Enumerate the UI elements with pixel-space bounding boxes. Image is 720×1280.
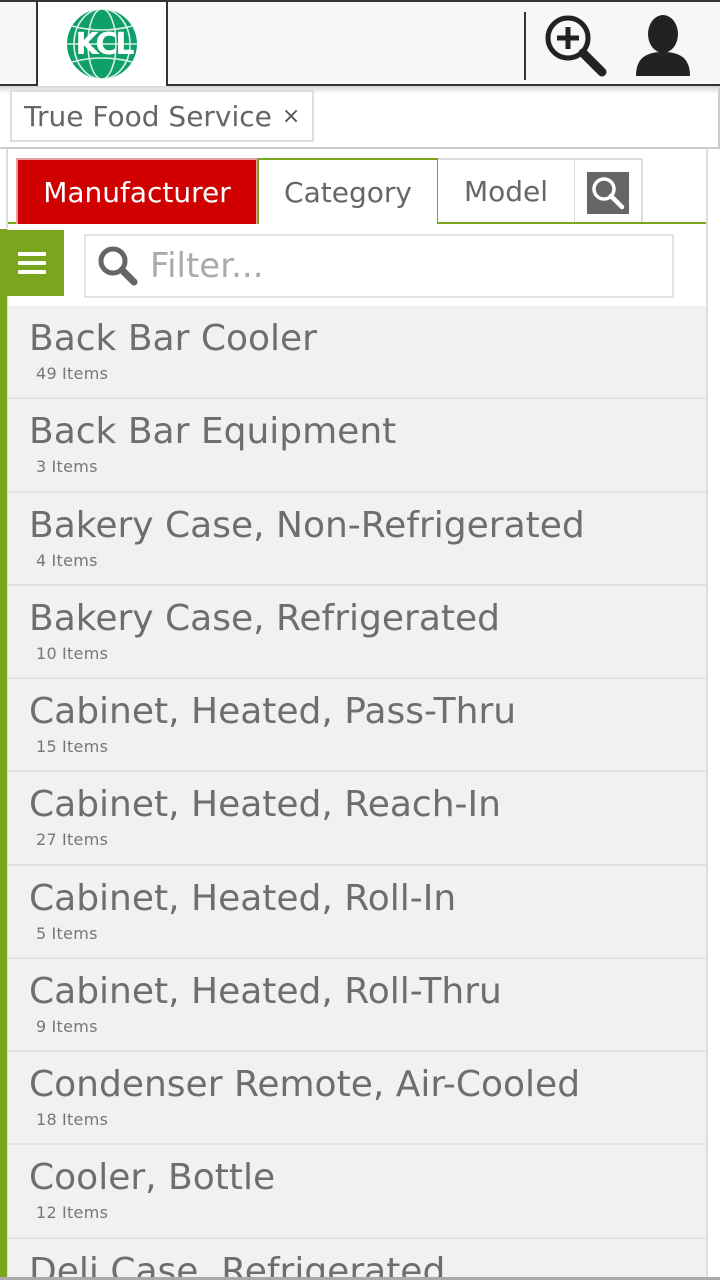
hamburger-icon-bar — [18, 261, 46, 265]
side-rail — [0, 229, 7, 1280]
tabs-underline — [438, 222, 706, 224]
list-item-count: 4 Items — [36, 550, 98, 570]
list-item-title: Deli Case, Refrigerated — [29, 1250, 446, 1280]
list-item-title: Back Bar Cooler — [29, 318, 317, 359]
list-item[interactable]: Bakery Case, Non-Refrigerated 4 Items — [8, 492, 706, 586]
search-icon — [98, 246, 138, 286]
filter-input[interactable] — [150, 242, 660, 290]
hamburger-icon — [18, 252, 46, 256]
list-item-title: Cabinet, Heated, Pass-Thru — [29, 691, 517, 732]
list-item-title: Cabinet, Heated, Reach-In — [29, 784, 501, 826]
filter-field[interactable] — [84, 234, 674, 298]
list-item-count: 3 Items — [36, 457, 98, 477]
menu-button[interactable] — [0, 230, 64, 296]
list-item[interactable]: Cabinet, Heated, Pass-Thru 15 Items — [8, 679, 706, 773]
list-item-count: 10 Items — [36, 643, 109, 663]
active-filter-chip[interactable]: True Food Service × — [10, 90, 315, 142]
remove-filter-icon[interactable]: × — [282, 104, 300, 129]
list-item-count: 49 Items — [36, 364, 109, 383]
zoom-in-button[interactable] — [540, 10, 610, 80]
tab-manufacturer[interactable]: Manufacturer — [16, 158, 258, 224]
active-filter-label: True Food Service — [24, 99, 272, 133]
list-item[interactable]: Back Bar Cooler 49 Items — [8, 306, 706, 400]
tab-category[interactable]: Category — [257, 158, 439, 224]
list-item[interactable]: Bakery Case, Refrigerated 10 Items — [8, 585, 706, 679]
list-item[interactable]: Cabinet, Heated, Roll-Thru 9 Items — [8, 958, 706, 1052]
list-item-title: Bakery Case, Refrigerated — [29, 597, 501, 639]
logo[interactable]: KCL — [36, 2, 168, 88]
top-divider — [524, 12, 526, 80]
list-item-count: 27 Items — [36, 830, 109, 850]
list-item-count: 12 Items — [36, 1203, 109, 1223]
list-item[interactable]: Deli Case, Refrigerated — [8, 1238, 706, 1280]
list-item[interactable]: Back Bar Equipment 3 Items — [8, 399, 706, 493]
list-item-title: Cooler, Bottle — [29, 1157, 276, 1199]
list-item-count: 5 Items — [36, 923, 98, 943]
list-item[interactable]: Cabinet, Heated, Reach-In 27 Items — [8, 772, 706, 866]
list-item-title: Condenser Remote, Air-Cooled — [29, 1064, 581, 1105]
list-item-count: 9 Items — [36, 1016, 98, 1036]
list-item-title: Cabinet, Heated, Roll-In — [29, 877, 457, 919]
search-icon — [592, 177, 625, 210]
top-bar: KCL — [0, 0, 720, 88]
list-item[interactable]: Condenser Remote, Air-Cooled 18 Items — [8, 1052, 706, 1146]
tab-search[interactable] — [575, 158, 643, 224]
tab-search-box — [587, 172, 629, 214]
list-item-title: Back Bar Equipment — [29, 411, 397, 453]
tabs-underline-left — [8, 222, 16, 224]
category-list: Back Bar Cooler 49 Items Back Bar Equipme… — [8, 306, 706, 1280]
zoom-in-icon — [545, 15, 607, 77]
tab-model[interactable]: Model — [438, 158, 576, 224]
list-item[interactable]: Cooler, Bottle 12 Items — [8, 1145, 706, 1239]
list-item-count: 18 Items — [36, 1110, 109, 1129]
list-item-count: 15 Items — [36, 737, 109, 756]
user-account-button[interactable] — [628, 10, 698, 80]
list-item[interactable]: Cabinet, Heated, Roll-In 5 Items — [8, 865, 706, 959]
user-icon — [636, 15, 690, 76]
logo-text: KCL — [75, 26, 134, 62]
hamburger-icon-bar — [18, 270, 46, 274]
list-item-title: Cabinet, Heated, Roll-Thru — [29, 970, 502, 1012]
list-item-title: Bakery Case, Non-Refrigerated — [29, 504, 585, 546]
app-root: KCL True Food Service × Manufacturer Cat — [0, 0, 720, 1280]
